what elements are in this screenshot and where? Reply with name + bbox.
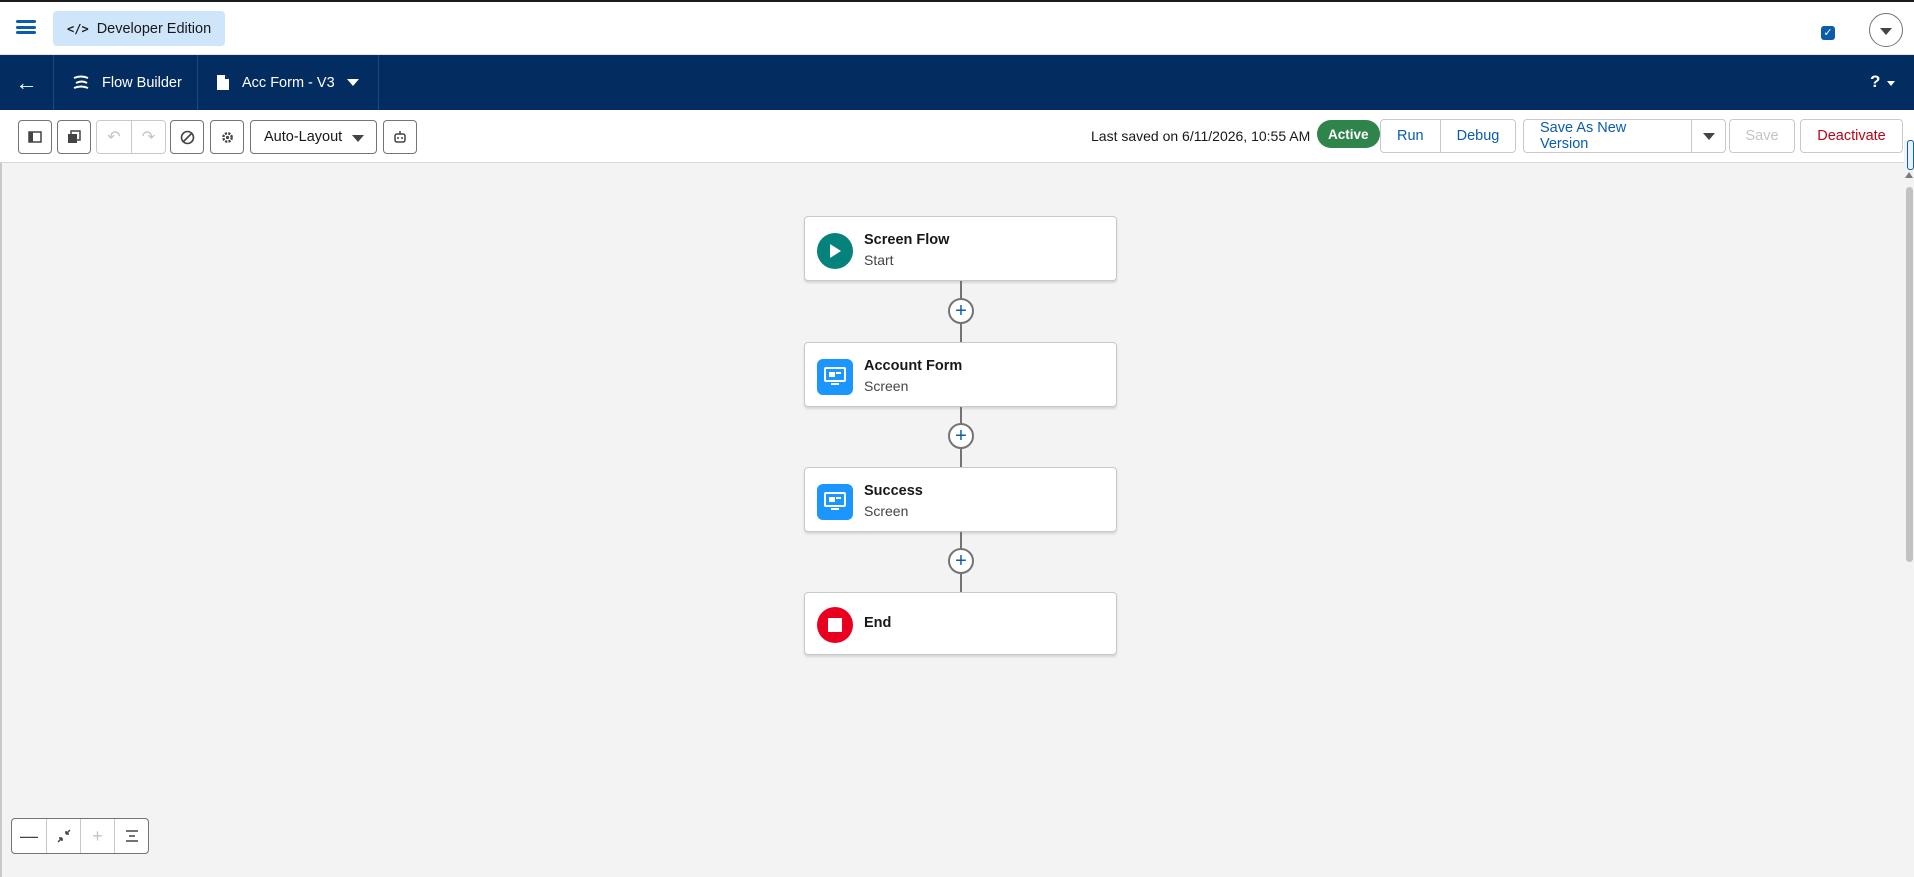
connector-line <box>960 532 962 549</box>
document-icon <box>217 75 229 90</box>
chevron-down-icon <box>346 79 359 86</box>
flow-version-menu[interactable]: Acc Form - V3 <box>198 55 379 110</box>
check-errors-button[interactable] <box>170 120 204 154</box>
panel-icon <box>28 131 42 143</box>
add-element-button[interactable]: + <box>948 423 974 449</box>
save-button[interactable]: Save <box>1729 119 1795 153</box>
node-title: Account Form <box>864 358 963 374</box>
layout-mode-select[interactable]: Auto-Layout <box>250 120 377 154</box>
stop-icon <box>817 607 853 643</box>
account-form-node[interactable]: Account Form Screen <box>804 342 1117 407</box>
profile-dropdown-button[interactable] <box>1869 13 1903 47</box>
flow-builder-label: Flow Builder <box>102 74 182 91</box>
add-element-button[interactable]: + <box>948 548 974 574</box>
start-node[interactable]: Screen Flow Start <box>804 216 1117 281</box>
ban-icon <box>180 130 194 144</box>
copy-icon <box>68 130 81 143</box>
flow-builder-icon <box>73 75 89 89</box>
global-header: </> Developer Edition ✓ <box>0 0 1914 55</box>
undo-icon[interactable]: ↶ <box>97 121 131 153</box>
connector-line <box>960 574 962 593</box>
success-node[interactable]: Success Screen <box>804 467 1117 532</box>
flow-builder-header: ← Flow Builder Acc Form - V3 ? <box>0 55 1914 110</box>
undo-redo-group: ↶ ↷ <box>96 120 166 154</box>
node-subtitle: Start <box>864 252 894 268</box>
align-center-icon[interactable] <box>114 819 148 853</box>
end-node[interactable]: End <box>804 592 1117 655</box>
add-element-button[interactable]: + <box>948 298 974 324</box>
save-as-new-version-button[interactable]: Save As New Version <box>1524 120 1691 152</box>
developer-edition-label: Developer Edition <box>96 20 212 37</box>
screen-icon <box>817 484 853 520</box>
canvas-scrollbar[interactable] <box>1904 140 1914 877</box>
gear-icon <box>221 131 233 143</box>
node-subtitle: Screen <box>864 503 909 519</box>
header-checkbox[interactable]: ✓ <box>1821 26 1835 40</box>
copy-button[interactable] <box>57 120 91 154</box>
node-title: Success <box>864 483 923 499</box>
scroll-up-icon[interactable] <box>1905 172 1913 178</box>
scrollbar-thumb[interactable] <box>1906 187 1913 562</box>
node-title: Screen Flow <box>864 232 950 248</box>
robot-icon <box>394 131 406 143</box>
zoom-out-icon[interactable]: — <box>12 819 46 853</box>
connector-line <box>960 281 962 299</box>
help-icon[interactable]: ? <box>1870 72 1880 92</box>
flow-name-label: Acc Form - V3 <box>242 74 335 91</box>
node-title: End <box>864 615 892 631</box>
last-saved-text: Last saved on 6/11/2026, 10:55 AM <box>1091 128 1311 144</box>
deactivate-button[interactable]: Deactivate <box>1800 119 1903 153</box>
connector-line <box>960 449 962 467</box>
minimap-toggle[interactable] <box>1907 140 1914 170</box>
help-caret-icon[interactable] <box>1887 81 1895 86</box>
run-debug-group: Run Debug <box>1380 119 1517 153</box>
layout-mode-value: Auto-Layout <box>264 129 343 145</box>
app-launcher-menu-icon[interactable] <box>16 18 36 36</box>
zoom-controls: — + <box>11 818 149 854</box>
save-version-group: Save As New Version <box>1523 119 1726 153</box>
settings-button[interactable] <box>210 120 244 154</box>
back-arrow-icon: ← <box>15 69 38 95</box>
einstein-button[interactable] <box>383 120 417 154</box>
code-icon: </> <box>67 21 89 36</box>
chevron-down-icon <box>1702 132 1715 140</box>
fit-to-view-icon[interactable] <box>46 819 80 853</box>
redo-icon[interactable]: ↷ <box>131 121 165 153</box>
run-button[interactable]: Run <box>1381 120 1440 152</box>
node-subtitle: Screen <box>864 378 909 394</box>
toggle-toolbox-button[interactable] <box>18 120 52 154</box>
status-badge: Active <box>1317 120 1380 148</box>
back-button[interactable]: ← <box>0 55 54 110</box>
flow-builder-app-link[interactable]: Flow Builder <box>54 55 198 110</box>
connector-line <box>960 324 962 342</box>
developer-edition-button[interactable]: </> Developer Edition <box>53 11 226 46</box>
chevron-down-icon <box>352 135 364 142</box>
zoom-in-icon[interactable]: + <box>80 819 114 853</box>
save-options-menu-button[interactable] <box>1691 120 1725 152</box>
screen-icon <box>817 359 853 395</box>
connector-line <box>960 407 962 424</box>
play-icon <box>817 233 853 269</box>
debug-button[interactable]: Debug <box>1439 120 1516 152</box>
